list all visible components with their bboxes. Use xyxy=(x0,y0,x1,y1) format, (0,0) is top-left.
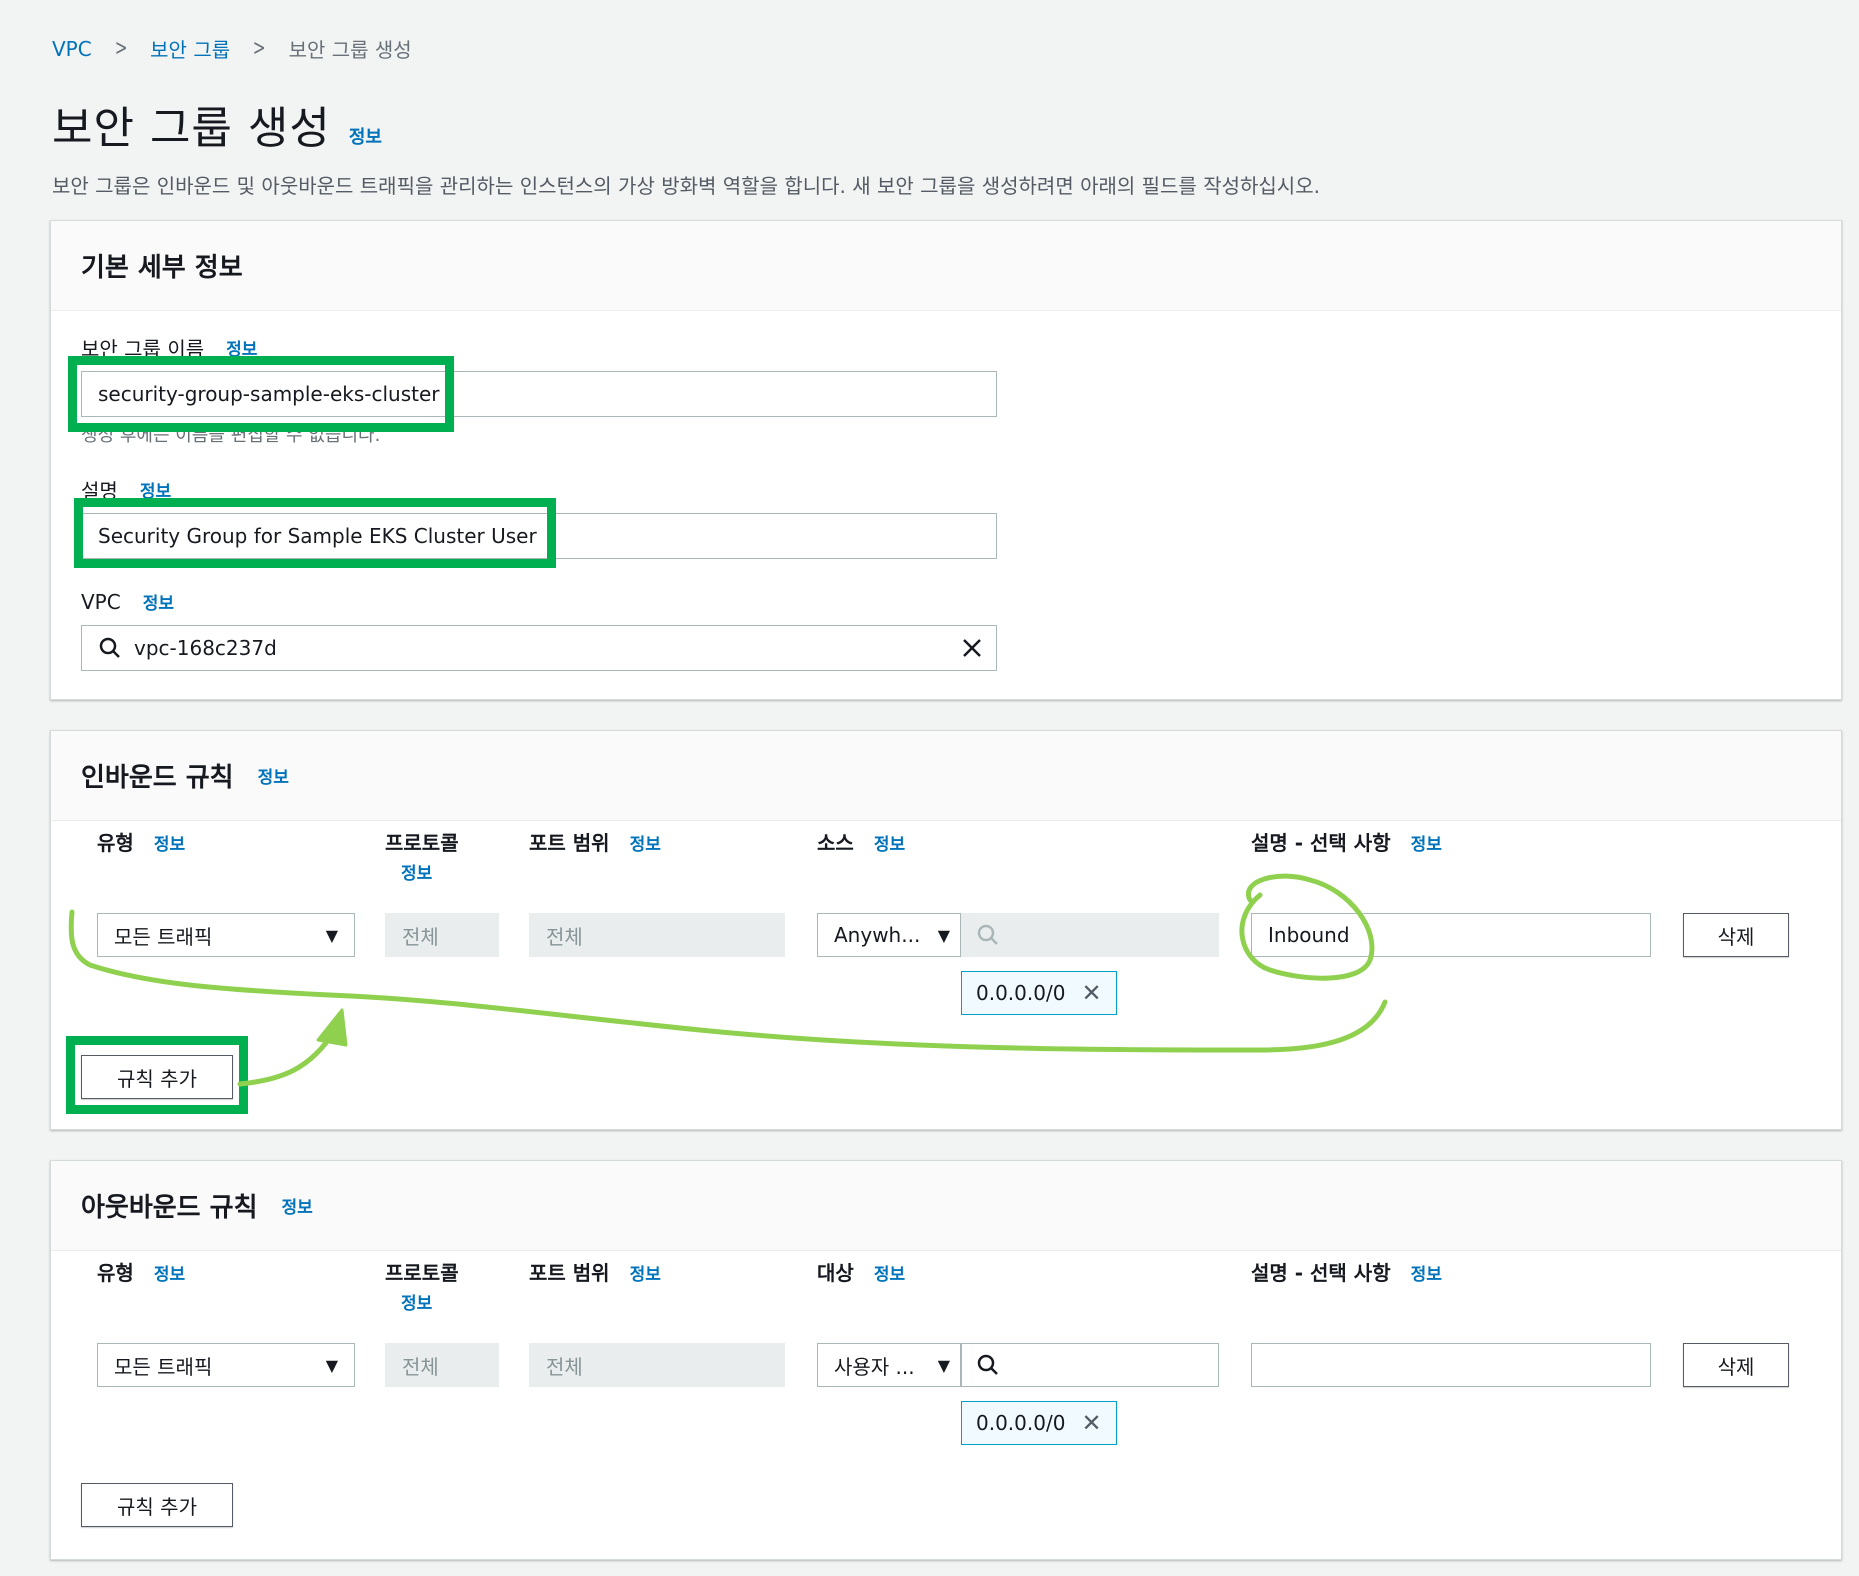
col-port-info-link[interactable]: 정보 xyxy=(630,835,661,855)
vpc-label-text: VPC xyxy=(81,589,121,614)
inbound-type-value: 모든 트래픽 xyxy=(114,924,213,949)
panel-title: 기본 세부 정보 xyxy=(81,253,243,283)
inbound-description-value: Inbound xyxy=(1268,923,1350,947)
inbound-delete-button[interactable]: 삭제 xyxy=(1683,913,1789,957)
col-source-header: 소스 정보 xyxy=(817,827,905,856)
vpc-label: VPC 정보 xyxy=(81,589,174,615)
vpc-input-value: vpc-168c237d xyxy=(134,636,277,660)
panel-title: 아웃바운드 규칙 xyxy=(81,1193,258,1223)
outbound-cidr-token: 0.0.0.0/0 ✕ xyxy=(961,1401,1117,1445)
col-description-info-link[interactable]: 정보 xyxy=(1411,1265,1442,1285)
col-port-info-link[interactable]: 정보 xyxy=(630,1265,661,1285)
col-protocol-info-link[interactable]: 정보 xyxy=(401,1289,432,1314)
col-type-header: 유형 정보 xyxy=(97,827,185,856)
page-description: 보안 그룹은 인바운드 및 아웃바운드 트래픽을 관리하는 인스턴스의 가상 방… xyxy=(52,174,1320,198)
page-info-link[interactable]: 정보 xyxy=(349,123,382,149)
col-protocol-label: 프로토콜 xyxy=(385,831,459,855)
col-description-label: 설명 - 선택 사항 xyxy=(1251,831,1391,855)
col-port-label: 포트 범위 xyxy=(529,1261,610,1285)
col-protocol-label: 프로토콜 xyxy=(385,1261,459,1285)
col-destination-label: 대상 xyxy=(817,1261,854,1285)
col-description-label: 설명 - 선택 사항 xyxy=(1251,1261,1391,1285)
col-type-label: 유형 xyxy=(97,831,134,855)
col-description-header: 설명 - 선택 사항 정보 xyxy=(1251,827,1442,856)
outbound-cidr-value: 0.0.0.0/0 xyxy=(976,1411,1066,1435)
col-port-header: 포트 범위 정보 xyxy=(529,827,661,856)
breadcrumb-vpc-link[interactable]: VPC xyxy=(52,37,92,61)
col-destination-info-link[interactable]: 정보 xyxy=(874,1265,905,1285)
outbound-type-select[interactable]: 모든 트래픽 ▼ xyxy=(97,1343,355,1387)
col-port-header: 포트 범위 정보 xyxy=(529,1257,661,1286)
panel-header: 기본 세부 정보 xyxy=(51,221,1841,311)
col-type-info-link[interactable]: 정보 xyxy=(154,1265,185,1285)
col-description-header: 설명 - 선택 사항 정보 xyxy=(1251,1257,1442,1286)
caret-down-icon: ▼ xyxy=(325,1355,338,1375)
highlight-box-name xyxy=(68,356,454,432)
panel-header: 인바운드 규칙 정보 xyxy=(51,731,1841,821)
outbound-port-field: 전체 xyxy=(529,1343,785,1387)
breadcrumb-current: 보안 그룹 생성 xyxy=(288,38,412,62)
col-type-header: 유형 정보 xyxy=(97,1257,185,1286)
vpc-info-link[interactable]: 정보 xyxy=(143,589,174,614)
close-icon[interactable]: ✕ xyxy=(1081,979,1101,1007)
caret-down-icon: ▼ xyxy=(325,925,338,945)
search-icon xyxy=(977,924,998,945)
page-header: 보안 그룹 생성 정보 xyxy=(52,92,382,156)
inbound-port-field: 전체 xyxy=(529,913,785,957)
caret-down-icon: ▼ xyxy=(937,925,950,945)
inbound-description-input[interactable]: Inbound xyxy=(1251,913,1651,957)
search-icon xyxy=(977,1354,998,1375)
col-protocol-header: 프로토콜정보 xyxy=(385,827,459,884)
outbound-description-input[interactable] xyxy=(1251,1343,1651,1387)
breadcrumb-security-groups-link[interactable]: 보안 그룹 xyxy=(150,34,230,63)
col-type-info-link[interactable]: 정보 xyxy=(154,835,185,855)
highlight-box-add-rule xyxy=(66,1036,248,1114)
col-protocol-header: 프로토콜정보 xyxy=(385,1257,459,1314)
inbound-rules-panel: 인바운드 규칙 정보 유형 정보 프로토콜 정보 포트 범위 정보 소스 정보 설명 -… xyxy=(50,730,1842,1130)
col-destination-header: 대상 정보 xyxy=(817,1257,905,1286)
breadcrumb: VPC > 보안 그룹 > 보안 그룹 생성 xyxy=(52,34,412,63)
inbound-type-select[interactable]: 모든 트래픽 ▼ xyxy=(97,913,355,957)
inbound-source-select[interactable]: Anywh... ▼ xyxy=(817,913,961,957)
outbound-cidr-search[interactable] xyxy=(961,1343,1219,1387)
page-title: 보안 그룹 생성 xyxy=(52,103,331,154)
inbound-cidr-search[interactable] xyxy=(961,913,1219,957)
outbound-type-value: 모든 트래픽 xyxy=(114,1354,213,1379)
outbound-destination-select[interactable]: 사용자 ... ▼ xyxy=(817,1343,961,1387)
inbound-info-link[interactable]: 정보 xyxy=(258,763,289,788)
col-type-label: 유형 xyxy=(97,1261,134,1285)
panel-header: 아웃바운드 규칙 정보 xyxy=(51,1161,1841,1251)
panel-title: 인바운드 규칙 xyxy=(81,763,234,793)
basic-details-panel: 기본 세부 정보 보안 그룹 이름 정보 security-group-samp… xyxy=(50,220,1842,700)
vpc-input-inner: vpc-168c237d xyxy=(98,636,277,660)
outbound-delete-button[interactable]: 삭제 xyxy=(1683,1343,1789,1387)
search-icon xyxy=(99,637,120,658)
chevron-right-icon: > xyxy=(114,36,128,61)
inbound-cidr-token: 0.0.0.0/0 ✕ xyxy=(961,971,1117,1015)
outbound-protocol-field: 전체 xyxy=(385,1343,499,1387)
highlight-box-description xyxy=(74,498,556,568)
col-protocol-info-link[interactable]: 정보 xyxy=(401,859,432,884)
col-port-label: 포트 범위 xyxy=(529,831,610,855)
inbound-source-value: Anywh... xyxy=(834,923,921,947)
inbound-cidr-value: 0.0.0.0/0 xyxy=(976,981,1066,1005)
col-description-info-link[interactable]: 정보 xyxy=(1411,835,1442,855)
close-icon[interactable] xyxy=(960,636,984,660)
chevron-right-icon: > xyxy=(252,36,266,61)
outbound-info-link[interactable]: 정보 xyxy=(282,1193,313,1218)
outbound-destination-value: 사용자 ... xyxy=(834,1354,915,1379)
vpc-select-input[interactable]: vpc-168c237d xyxy=(81,625,997,671)
outbound-add-rule-button[interactable]: 규칙 추가 xyxy=(81,1483,233,1527)
inbound-protocol-field: 전체 xyxy=(385,913,499,957)
col-source-label: 소스 xyxy=(817,831,854,855)
close-icon[interactable]: ✕ xyxy=(1081,1409,1101,1437)
caret-down-icon: ▼ xyxy=(937,1355,950,1375)
col-source-info-link[interactable]: 정보 xyxy=(874,835,905,855)
outbound-rules-panel: 아웃바운드 규칙 정보 유형 정보 프로토콜 정보 포트 범위 정보 대상 정보 설명 … xyxy=(50,1160,1842,1560)
